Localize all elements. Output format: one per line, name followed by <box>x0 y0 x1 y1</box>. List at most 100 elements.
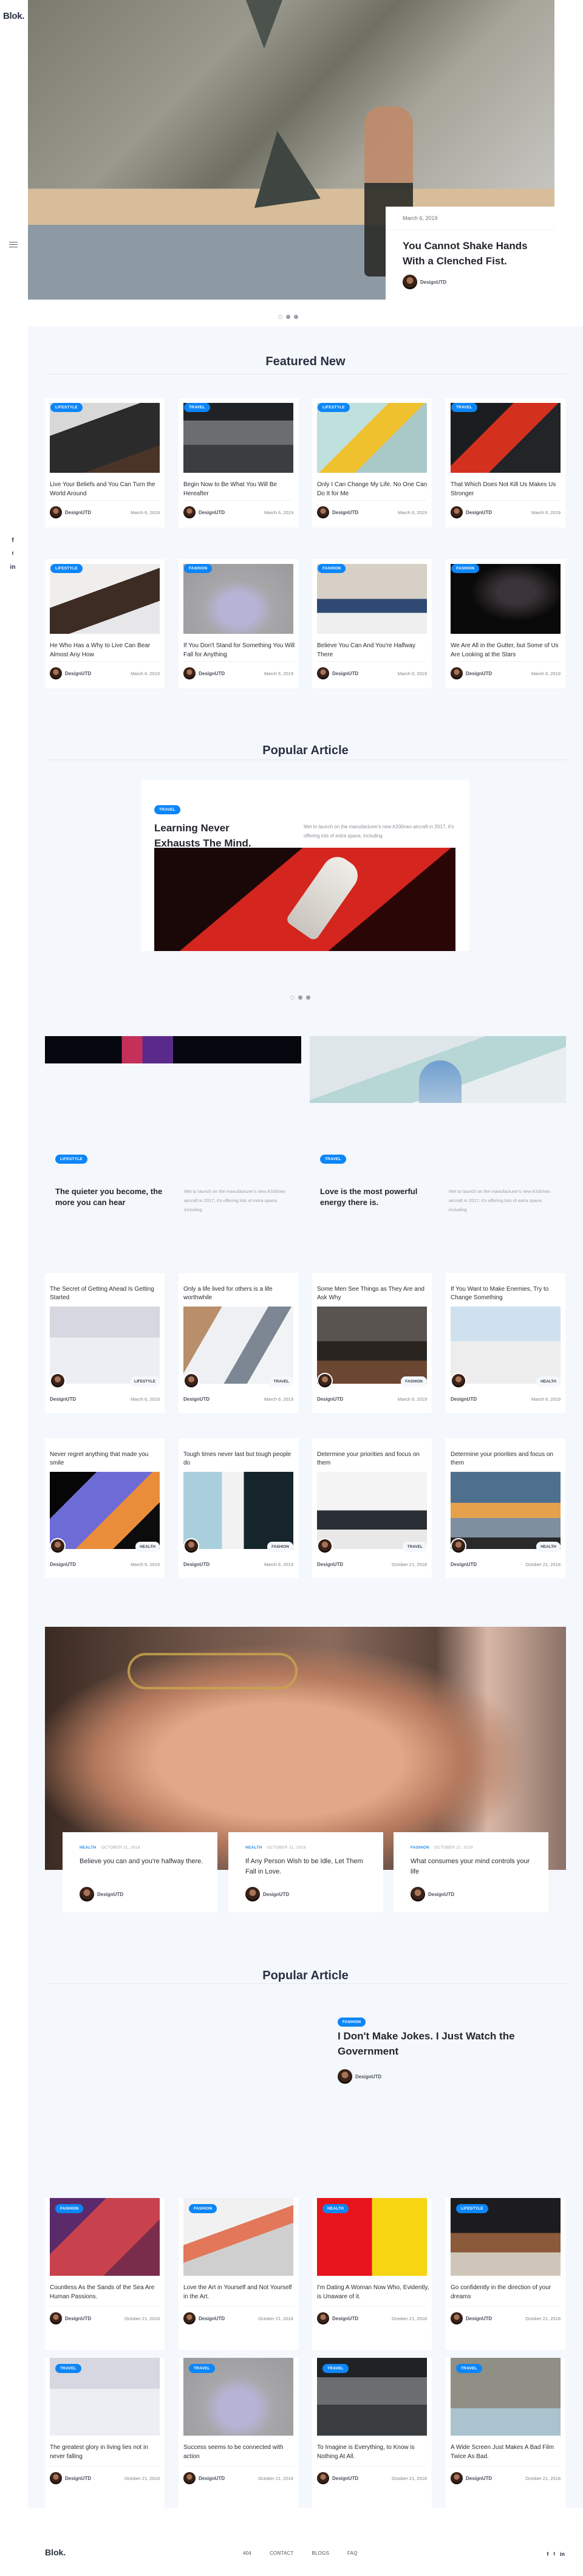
author[interactable]: DesignUTD <box>183 2472 225 2484</box>
category-pill[interactable]: TRAVEL <box>269 1376 293 1387</box>
category-badge[interactable]: TRAVEL <box>55 2364 81 2373</box>
author[interactable]: DesignUTD <box>50 2472 91 2484</box>
article-image[interactable] <box>317 1307 427 1384</box>
article-card[interactable]: If You Want to Make Enemies, Try to Chan… <box>446 1273 565 1413</box>
article-image[interactable] <box>183 564 293 634</box>
author[interactable]: DesignUTD <box>403 275 446 289</box>
article-image[interactable] <box>310 1036 566 1103</box>
article-image[interactable] <box>451 564 561 634</box>
article-card[interactable]: FASHION We Are All in the Gutter, but Som… <box>446 559 565 689</box>
author-name[interactable]: DesignUTD <box>317 1562 343 1567</box>
article-title[interactable]: Begin Now to Be What You Will Be Hereaft… <box>183 480 295 498</box>
author[interactable]: DesignUTD <box>50 2312 91 2324</box>
category-link[interactable]: FASHION <box>411 1846 429 1850</box>
article-title[interactable]: Tough times never last but tough people … <box>183 1451 296 1468</box>
category-badge[interactable]: FASHION <box>338 2018 366 2027</box>
facebook-icon[interactable]: f <box>547 2551 548 2557</box>
article-card[interactable]: TRAVEL The greatest glory in living lies … <box>45 2358 165 2510</box>
article-title[interactable]: The quieter you become, the more you can… <box>55 1186 165 1208</box>
author[interactable]: DesignUTD <box>451 506 492 518</box>
article-title[interactable]: If Any Person Wish to be Idle, Let Them … <box>245 1856 373 1877</box>
article-image[interactable] <box>45 1036 301 1063</box>
article-title[interactable]: The Secret of Getting Ahead Is Getting S… <box>50 1285 163 1302</box>
article-image[interactable] <box>50 1472 160 1549</box>
article-card[interactable]: Determine your priorities and focus on t… <box>312 1438 432 1578</box>
article-title[interactable]: I'm Dating A Woman Now Who, Evidently, i… <box>317 2283 430 2301</box>
article-title[interactable]: Love is the most powerful energy there i… <box>320 1186 429 1208</box>
author[interactable]: DesignUTD <box>317 2472 358 2484</box>
category-badge[interactable]: FASHION <box>184 564 213 573</box>
article-title[interactable]: Only a life lived for others is a life w… <box>183 1285 296 1302</box>
article-image[interactable] <box>154 848 455 951</box>
category-link[interactable]: HEALTH <box>80 1846 97 1850</box>
author-name[interactable]: DesignUTD <box>317 1396 343 1402</box>
article-card[interactable]: Determine your priorities and focus on t… <box>446 1438 565 1578</box>
article-title[interactable]: Only I Can Change My Life. No One Can Do… <box>317 480 429 498</box>
author-name[interactable]: DesignUTD <box>50 1562 76 1567</box>
linkedin-icon[interactable]: in <box>560 2551 565 2557</box>
article-title[interactable]: Determine your priorities and focus on t… <box>317 1451 430 1468</box>
facebook-icon[interactable]: f <box>9 537 17 544</box>
category-badge[interactable]: TRAVEL <box>320 1155 346 1164</box>
article-image[interactable] <box>183 403 293 473</box>
article-image[interactable] <box>317 1472 427 1549</box>
category-badge[interactable]: TRAVEL <box>154 805 180 814</box>
category-badge[interactable]: TRAVEL <box>184 403 210 412</box>
article-card[interactable]: Never regret anything that made you smil… <box>45 1438 165 1578</box>
article-image[interactable] <box>50 564 160 634</box>
pagination-dot[interactable] <box>290 995 295 1000</box>
category-link[interactable]: HEALTH <box>245 1846 262 1850</box>
linkedin-icon[interactable]: in <box>9 564 17 571</box>
article-title[interactable]: Love the Art in Yourself and Not Yoursel… <box>183 2283 296 2301</box>
hamburger-icon[interactable] <box>9 242 18 249</box>
category-pill[interactable]: FASHION <box>401 1376 427 1387</box>
article-image[interactable] <box>317 564 427 634</box>
article-image[interactable] <box>183 1307 293 1384</box>
article-title[interactable]: Believe you can and you're halfway there… <box>80 1856 207 1867</box>
category-badge[interactable]: LIFESTYLE <box>318 403 350 412</box>
article-title[interactable]: I Don't Make Jokes. I Just Watch the Gov… <box>338 2028 520 2059</box>
article-card[interactable]: Only a life lived for others is a life w… <box>179 1273 298 1413</box>
article-card[interactable]: FASHION Love the Art in Yourself and Not … <box>179 2198 298 2350</box>
article-title[interactable]: If You Don't Stand for Something You Wil… <box>183 641 295 659</box>
author[interactable]: DesignUTD <box>451 2312 492 2324</box>
author[interactable]: DesignUTD <box>183 506 225 518</box>
category-badge[interactable]: TRAVEL <box>189 2364 215 2373</box>
author[interactable]: DesignUTD <box>317 2312 358 2324</box>
article-title[interactable]: Some Men See Things as They Are and Ask … <box>317 1285 430 1302</box>
pagination-dot[interactable] <box>298 995 302 1000</box>
overlay-article-card[interactable]: FASHION OCTOBER 21, 2018 What consumes you… <box>394 1832 548 1912</box>
article-card[interactable]: Some Men See Things as They Are and Ask … <box>312 1273 432 1413</box>
category-badge[interactable]: HEALTH <box>322 2204 349 2213</box>
category-badge[interactable]: FASHION <box>318 564 346 573</box>
category-badge[interactable]: FASHION <box>451 564 480 573</box>
author[interactable]: DesignUTD <box>50 667 91 679</box>
category-badge[interactable]: TRAVEL <box>451 403 477 412</box>
article-card[interactable]: TRAVEL Begin Now to Be What You Will Be H… <box>179 398 298 527</box>
pagination-dot[interactable] <box>294 315 298 319</box>
category-pill[interactable]: FASHION <box>267 1542 293 1552</box>
author[interactable]: DesignUTD <box>338 2069 381 2084</box>
article-title[interactable]: The greatest glory in living lies not in… <box>50 2443 163 2461</box>
article-card[interactable]: FASHION If You Don't Stand for Something … <box>179 559 298 689</box>
article-card[interactable]: TRAVEL Success seems to be connected with… <box>179 2358 298 2510</box>
category-badge[interactable]: TRAVEL <box>322 2364 349 2373</box>
article-card[interactable]: LIFESTYLE Live Your Beliefs and You Can T… <box>45 398 165 527</box>
article-image[interactable] <box>50 1307 160 1384</box>
category-badge[interactable]: FASHION <box>55 2204 84 2213</box>
article-card[interactable]: LIFESTYLE Go confidently in the direction… <box>446 2198 565 2350</box>
footer-link-404[interactable]: 404 <box>243 2550 251 2556</box>
category-badge[interactable]: LIFESTYLE <box>50 403 83 412</box>
author[interactable]: DesignUTD <box>451 667 492 679</box>
article-title[interactable]: Learning Never Exhausts The Mind. <box>154 820 276 851</box>
twitter-icon[interactable]: t <box>553 2551 555 2557</box>
author[interactable]: DesignUTD <box>183 667 225 679</box>
twitter-icon[interactable]: t <box>9 551 17 556</box>
author-name[interactable]: DesignUTD <box>50 1396 76 1402</box>
author[interactable]: DesignUTD <box>317 506 358 518</box>
author-name[interactable]: DesignUTD <box>183 1396 210 1402</box>
article-image[interactable] <box>183 1472 293 1549</box>
author-name[interactable]: DesignUTD <box>183 1562 210 1567</box>
article-card[interactable]: LIFESTYLE He Who Has a Why to Live Can Be… <box>45 559 165 689</box>
article-title[interactable]: What consumes your mind controls your li… <box>411 1856 538 1877</box>
